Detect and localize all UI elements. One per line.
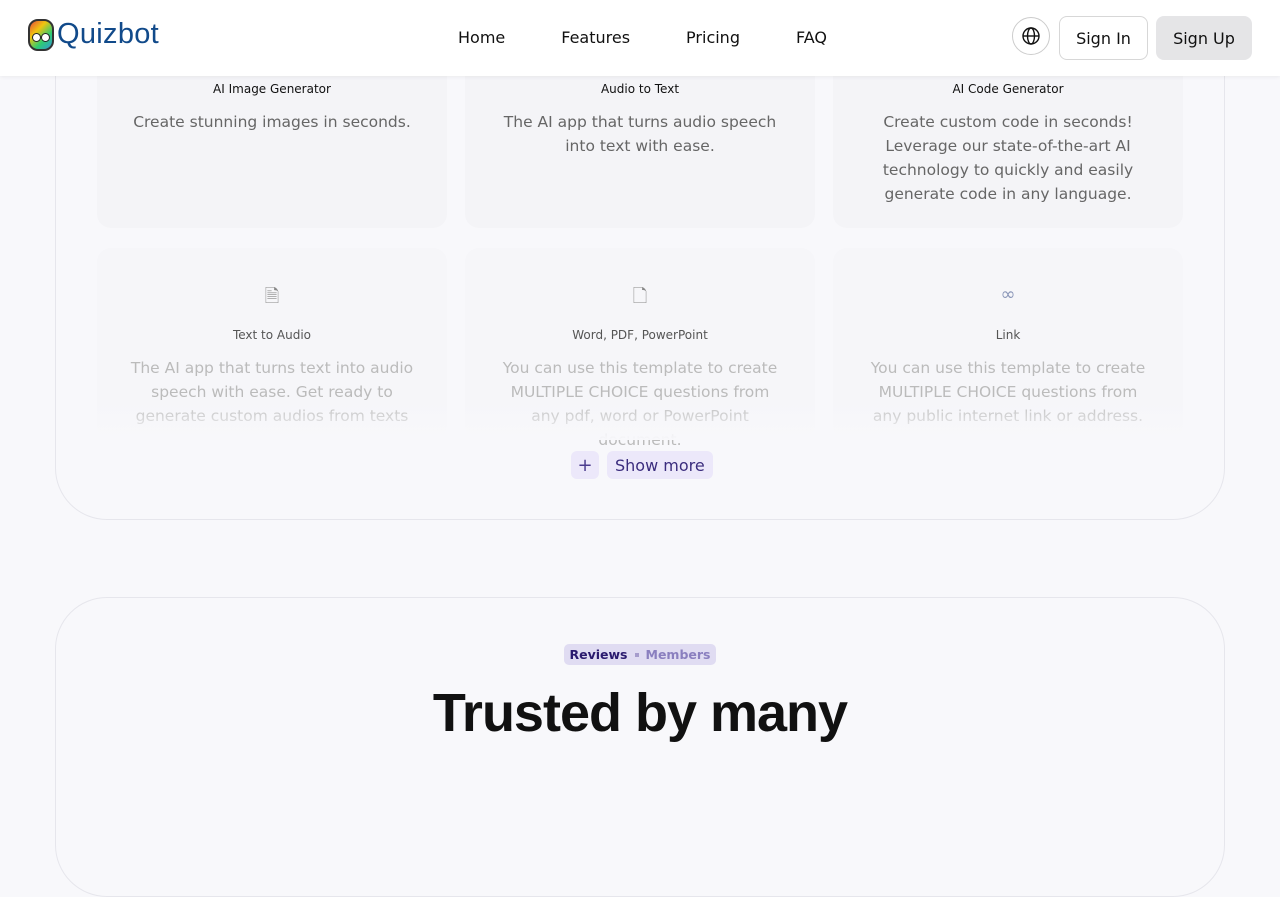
language-button[interactable] — [1012, 17, 1050, 55]
card-desc: The AI app that turns audio speech into … — [503, 113, 777, 155]
nav-features[interactable]: Features — [561, 28, 630, 47]
tab-reviews[interactable]: Reviews — [570, 647, 628, 662]
tab-members[interactable]: Members — [646, 647, 711, 662]
card-title: Word, PDF, PowerPoint — [572, 328, 708, 342]
globe-icon — [1022, 27, 1040, 45]
card-title: Audio to Text — [600, 82, 680, 96]
show-more-label: Show more — [607, 451, 713, 479]
header: Quizbot Home Features Pricing FAQ Sign I… — [0, 0, 1280, 76]
show-more-button[interactable]: + Show more — [571, 451, 713, 479]
fade-overlay — [56, 400, 1224, 440]
card-title: AI Image Generator — [213, 82, 331, 96]
plus-icon: + — [571, 451, 599, 479]
text-audio-icon: 🗎 — [264, 286, 280, 307]
reviews-heading: Trusted by many — [432, 683, 848, 743]
link-icon: ∞ — [1000, 284, 1016, 305]
card-title: Text to Audio — [232, 328, 312, 342]
main-nav: Home Features Pricing FAQ — [458, 28, 827, 47]
pdf-icon: 🗋 — [632, 286, 648, 307]
card-title: AI Code Generator — [952, 82, 1064, 96]
nav-pricing[interactable]: Pricing — [686, 28, 740, 47]
reviews-panel — [55, 597, 1225, 897]
brand-name: Quizbot — [57, 18, 160, 50]
separator-dot — [634, 652, 639, 657]
robot-logo-icon — [28, 18, 54, 51]
card-desc: Create custom code in seconds! Leverage … — [882, 113, 1134, 203]
nav-faq[interactable]: FAQ — [796, 28, 827, 47]
reviews-toggle: Reviews Members — [564, 644, 716, 665]
logo[interactable]: Quizbot — [28, 18, 159, 51]
sign-in-button[interactable]: Sign In — [1059, 16, 1148, 60]
sign-up-button[interactable]: Sign Up — [1156, 16, 1252, 60]
card-title: Link — [995, 328, 1021, 342]
card-desc: Create stunning images in seconds. — [133, 113, 411, 131]
nav-home[interactable]: Home — [458, 28, 505, 47]
